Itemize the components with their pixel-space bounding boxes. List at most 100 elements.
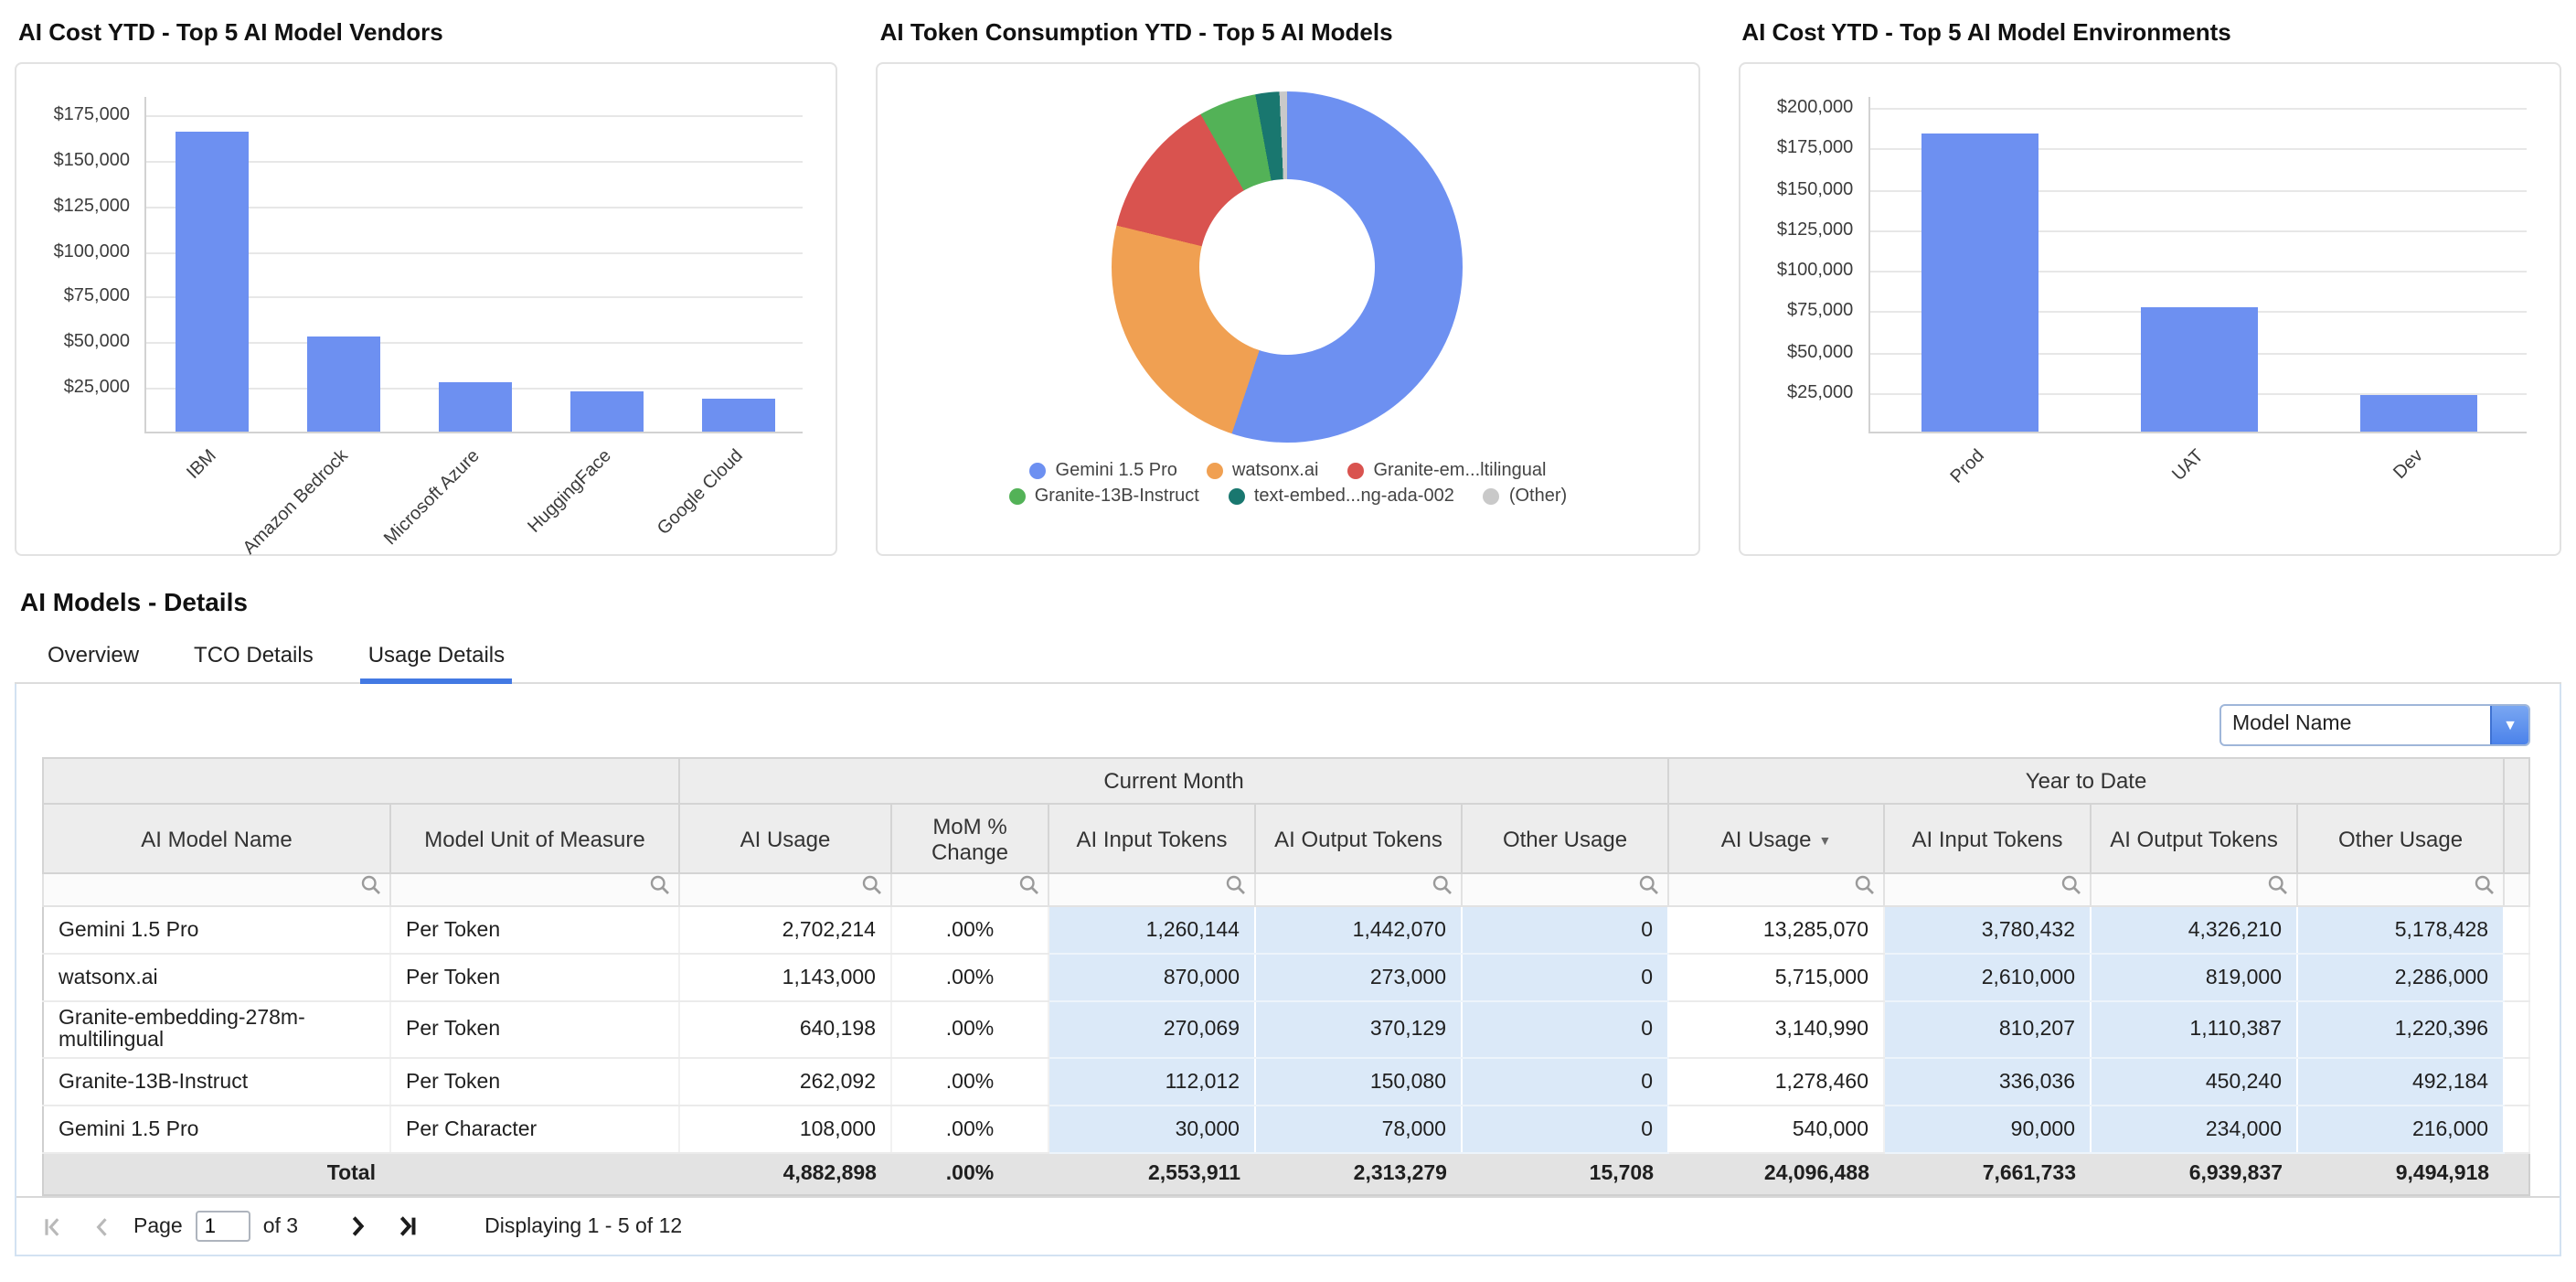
column-header-ai-usage[interactable]: AI Usage▼ bbox=[1668, 804, 1884, 873]
filter-cell-ai-usage[interactable] bbox=[1668, 873, 1884, 906]
table-row[interactable]: Granite-embedding-278m-multilingualPer T… bbox=[43, 1001, 2529, 1058]
grid-body: Gemini 1.5 ProPer Token2,702,214.00%1,26… bbox=[43, 906, 2529, 1153]
column-header-label: AI Output Tokens bbox=[1274, 826, 1442, 851]
legend-item-other[interactable]: (Other) bbox=[1484, 486, 1567, 507]
filter-cell-ai-input-tokens[interactable] bbox=[1048, 873, 1255, 906]
search-icon bbox=[1638, 874, 1660, 896]
page-input[interactable] bbox=[196, 1211, 250, 1242]
legend-item-gemini-1-5-pro[interactable]: Gemini 1.5 Pro bbox=[1030, 461, 1177, 481]
next-page-button[interactable] bbox=[338, 1208, 375, 1245]
vendors-bar-chart: $25,000$50,000$75,000$100,000$125,000$15… bbox=[24, 71, 829, 547]
x-axis-category-label: UAT bbox=[2085, 446, 2209, 570]
column-header-label: MoM % Change bbox=[931, 813, 1008, 864]
filter-cell-model-unit-of-measure[interactable] bbox=[390, 873, 679, 906]
cell: .00% bbox=[891, 906, 1048, 954]
filter-cell-ai-output-tokens[interactable] bbox=[1255, 873, 1462, 906]
column-header-ai-output-tokens[interactable]: AI Output Tokens bbox=[2091, 804, 2297, 873]
filter-cell-ai-output-tokens[interactable] bbox=[2091, 873, 2297, 906]
bar[interactable] bbox=[1921, 134, 2038, 432]
donut[interactable] bbox=[1112, 91, 1464, 443]
filter-cell-other-usage[interactable] bbox=[2297, 873, 2504, 906]
cell: 90,000 bbox=[1884, 1106, 2091, 1153]
total-filler bbox=[2504, 1153, 2529, 1195]
column-header-other-usage[interactable]: Other Usage bbox=[2297, 804, 2504, 873]
total-cell bbox=[390, 1153, 679, 1195]
group-by-combobox[interactable]: Model Name ▼ bbox=[2219, 704, 2530, 746]
legend-item-granite-em-ltilingual[interactable]: Granite-em...ltilingual bbox=[1347, 461, 1546, 481]
prev-page-button[interactable] bbox=[84, 1208, 121, 1245]
grid-footer: Total4,882,898.00%2,553,9112,313,27915,7… bbox=[43, 1153, 2529, 1195]
legend-item-granite-13b-instruct[interactable]: Granite-13B-Instruct bbox=[1009, 486, 1199, 507]
cell: .00% bbox=[891, 1106, 1048, 1153]
legend-label: Granite-13B-Instruct bbox=[1035, 486, 1199, 507]
column-header-ai-input-tokens[interactable]: AI Input Tokens bbox=[1048, 804, 1255, 873]
charts-row: AI Cost YTD - Top 5 AI Model Vendors $25… bbox=[15, 15, 2561, 556]
legend-label: Gemini 1.5 Pro bbox=[1056, 461, 1177, 481]
vendors-chart-title: AI Cost YTD - Top 5 AI Model Vendors bbox=[18, 18, 838, 46]
last-page-icon bbox=[392, 1213, 420, 1240]
cell: 2,610,000 bbox=[1884, 954, 2091, 1001]
legend-item-watsonx-ai[interactable]: watsonx.ai bbox=[1207, 461, 1319, 481]
filter-cell-ai-input-tokens[interactable] bbox=[1884, 873, 2091, 906]
cell: 1,442,070 bbox=[1255, 906, 1462, 954]
details-section: AI Models - Details OverviewTCO DetailsU… bbox=[15, 587, 2561, 1256]
y-axis-tick-label: $175,000 bbox=[1751, 139, 1853, 159]
search-icon bbox=[1854, 874, 1876, 896]
table-row[interactable]: Gemini 1.5 ProPer Token2,702,214.00%1,26… bbox=[43, 906, 2529, 954]
table-row[interactable]: Granite-13B-InstructPer Token262,092.00%… bbox=[43, 1058, 2529, 1106]
column-header-label: AI Input Tokens bbox=[1077, 826, 1228, 851]
filter-cell-other-usage[interactable] bbox=[1462, 873, 1668, 906]
dashboard-page: AI Cost YTD - Top 5 AI Model Vendors $25… bbox=[0, 0, 2576, 1256]
column-header-label: AI Usage bbox=[740, 826, 831, 851]
bar[interactable] bbox=[2140, 306, 2257, 432]
column-header-mom-change[interactable]: MoM % Change bbox=[891, 804, 1048, 873]
token-consumption-chart-card: Gemini 1.5 Pro watsonx.ai Granite-em...lti… bbox=[877, 62, 1700, 556]
legend-dot-icon bbox=[1229, 488, 1245, 505]
cell: 2,286,000 bbox=[2297, 954, 2504, 1001]
cell: 262,092 bbox=[679, 1058, 891, 1106]
bar[interactable] bbox=[2359, 396, 2476, 432]
column-header-model-unit-of-measure[interactable]: Model Unit of Measure bbox=[390, 804, 679, 873]
next-page-icon bbox=[343, 1213, 370, 1240]
column-header-other-usage[interactable]: Other Usage bbox=[1462, 804, 1668, 873]
cell: 234,000 bbox=[2091, 1106, 2297, 1153]
bar[interactable] bbox=[307, 337, 381, 432]
first-page-button[interactable] bbox=[35, 1208, 71, 1245]
bar[interactable] bbox=[570, 391, 644, 432]
row-filler bbox=[2504, 1106, 2529, 1153]
row-filler bbox=[2504, 1058, 2529, 1106]
x-axis-category-label: Microsoft Azure bbox=[362, 446, 485, 570]
chevron-down-icon[interactable]: ▼ bbox=[2490, 706, 2528, 744]
bar[interactable] bbox=[176, 132, 250, 432]
group-header-year-to-date: Year to Date bbox=[1668, 758, 2504, 804]
y-axis-tick-label: $75,000 bbox=[1751, 302, 1853, 322]
cell: 3,140,990 bbox=[1668, 1001, 1884, 1058]
filter-cell-ai-usage[interactable] bbox=[679, 873, 891, 906]
table-row[interactable]: watsonx.aiPer Token1,143,000.00%870,0002… bbox=[43, 954, 2529, 1001]
total-row: Total4,882,898.00%2,553,9112,313,27915,7… bbox=[43, 1153, 2529, 1195]
column-header-ai-model-name[interactable]: AI Model Name bbox=[43, 804, 390, 873]
cell: 273,000 bbox=[1255, 954, 1462, 1001]
cell: Per Token bbox=[390, 906, 679, 954]
tab-usage-details[interactable]: Usage Details bbox=[365, 635, 508, 682]
last-page-button[interactable] bbox=[388, 1208, 424, 1245]
bar[interactable] bbox=[702, 399, 776, 432]
legend-dot-icon bbox=[1347, 463, 1364, 479]
column-header-label: Other Usage bbox=[1503, 826, 1627, 851]
table-row[interactable]: Gemini 1.5 ProPer Character108,000.00%30… bbox=[43, 1106, 2529, 1153]
column-header-ai-output-tokens[interactable]: AI Output Tokens bbox=[1255, 804, 1462, 873]
y-axis-tick-label: $25,000 bbox=[1751, 383, 1853, 403]
filter-cell-ai-model-name[interactable] bbox=[43, 873, 390, 906]
tab-tco-details[interactable]: TCO Details bbox=[190, 635, 317, 682]
cell: 1,220,396 bbox=[2297, 1001, 2504, 1058]
cell: Gemini 1.5 Pro bbox=[43, 1106, 390, 1153]
bar[interactable] bbox=[439, 382, 513, 432]
column-header-ai-input-tokens[interactable]: AI Input Tokens bbox=[1884, 804, 2091, 873]
x-axis-category-label: HuggingFace bbox=[494, 446, 617, 570]
column-header-ai-usage[interactable]: AI Usage bbox=[679, 804, 891, 873]
cell: 270,069 bbox=[1048, 1001, 1255, 1058]
legend-item-text-embed-ng-ada-002[interactable]: text-embed...ng-ada-002 bbox=[1229, 486, 1454, 507]
filter-cell-mom-change[interactable] bbox=[891, 873, 1048, 906]
tab-overview[interactable]: Overview bbox=[44, 635, 143, 682]
search-icon bbox=[2060, 874, 2082, 896]
